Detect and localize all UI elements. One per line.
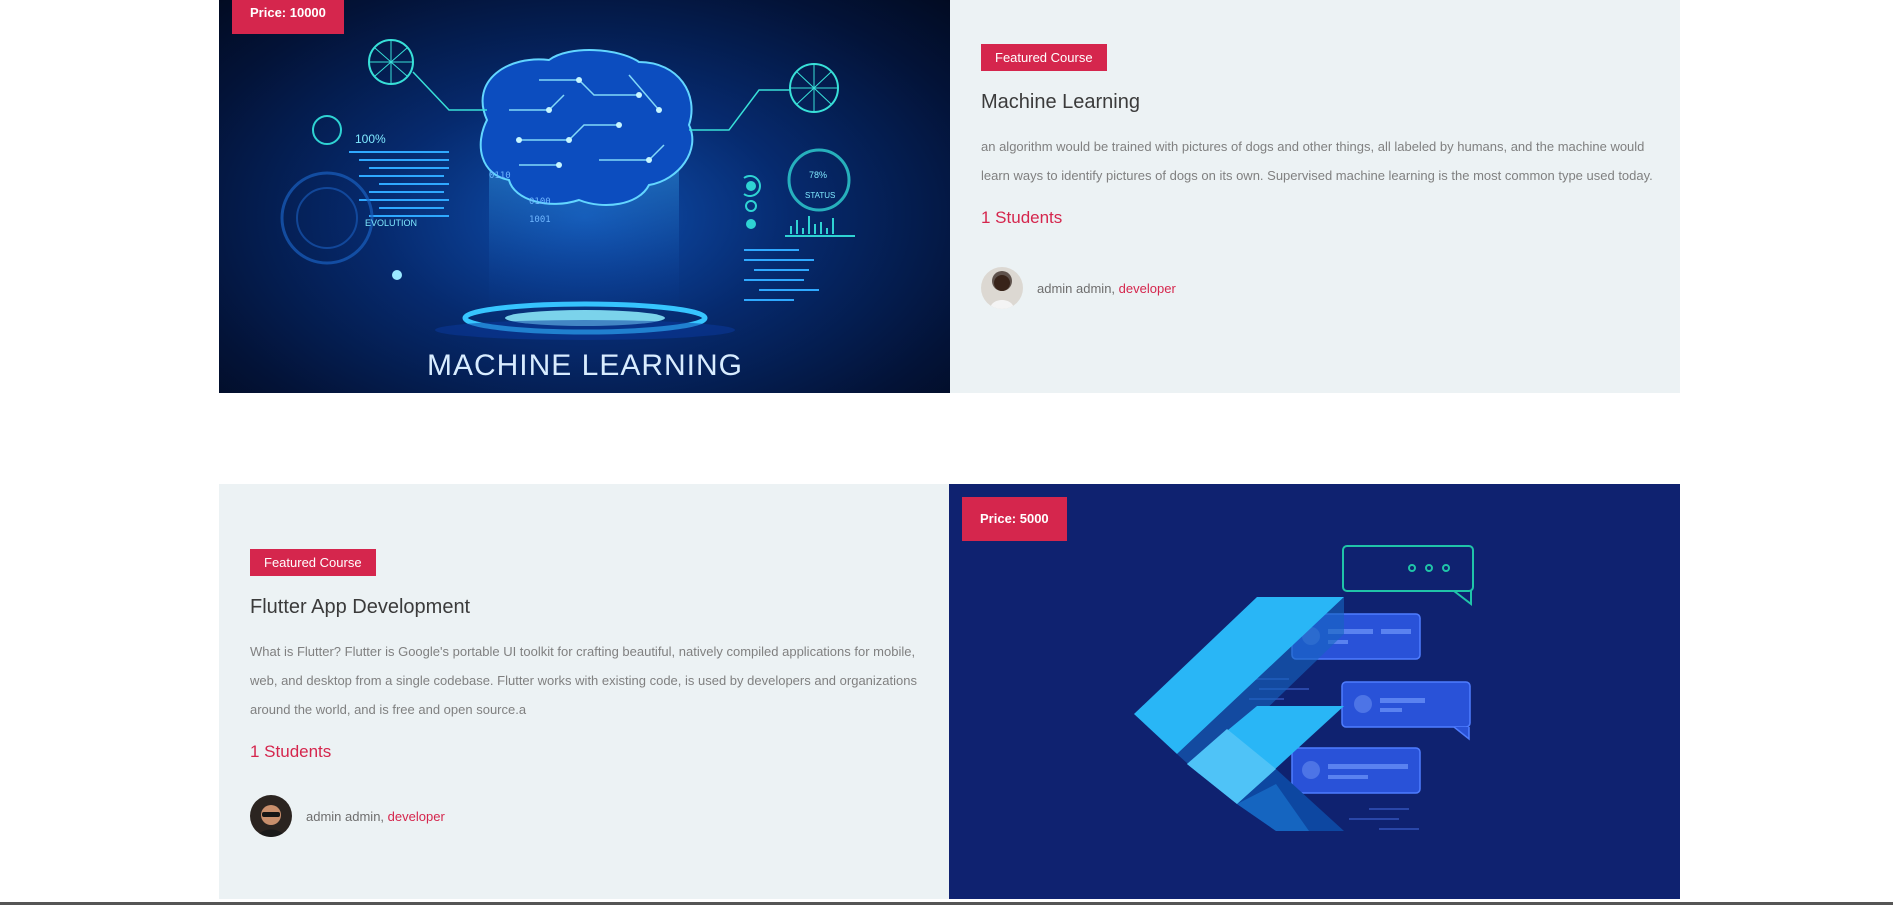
image-caption: MACHINE LEARNING bbox=[427, 349, 743, 382]
course-author: admin admin, developer bbox=[981, 267, 1680, 309]
course-author: admin admin, developer bbox=[250, 795, 949, 837]
featured-course-badge[interactable]: Featured Course bbox=[981, 44, 1107, 71]
author-name: admin admin, bbox=[1037, 280, 1116, 296]
machine-learning-illustration: 100% EVOLUTION 78% STATUS 0110 0100 1001… bbox=[280, 39, 855, 382]
student-count: 1 Students bbox=[981, 208, 1063, 227]
page: 100% EVOLUTION 78% STATUS 0110 0100 1001… bbox=[0, 0, 1893, 905]
course-image-flutter[interactable]: Price: 5000 bbox=[949, 484, 1680, 899]
course-image-machine-learning[interactable]: 100% EVOLUTION 78% STATUS 0110 0100 1001… bbox=[219, 0, 950, 393]
author-avatar[interactable] bbox=[250, 795, 292, 837]
binary-text-1: 0110 bbox=[489, 171, 511, 181]
hud-evolution-label: EVOLUTION bbox=[365, 218, 417, 228]
author-avatar[interactable] bbox=[981, 267, 1023, 309]
course-title[interactable]: Flutter App Development bbox=[250, 596, 949, 619]
hud-100-label: 100% bbox=[355, 132, 386, 146]
author-role-link[interactable]: developer bbox=[1119, 281, 1176, 296]
author-name: admin admin, bbox=[306, 808, 385, 824]
course-description: What is Flutter? Flutter is Google's por… bbox=[250, 644, 917, 717]
binary-text-2: 0100 bbox=[529, 197, 551, 207]
price-badge: Price: 10000 bbox=[232, 0, 344, 34]
binary-text-3: 1001 bbox=[529, 215, 551, 225]
price-badge: Price: 5000 bbox=[962, 497, 1067, 541]
hud-78-label: 78% bbox=[809, 170, 827, 180]
hud-status-label: STATUS bbox=[805, 191, 835, 200]
course-title[interactable]: Machine Learning bbox=[981, 91, 1680, 114]
course-card-flutter: Featured Course Flutter App Development … bbox=[219, 484, 1680, 899]
course-description: an algorithm would be trained with pictu… bbox=[981, 139, 1653, 183]
course-card-machine-learning: 100% EVOLUTION 78% STATUS 0110 0100 1001… bbox=[219, 0, 1680, 393]
author-role-link[interactable]: developer bbox=[388, 809, 445, 824]
avatar-image bbox=[250, 795, 292, 837]
flutter-illustration bbox=[1134, 545, 1474, 831]
course-info: Featured Course Machine Learning an algo… bbox=[950, 0, 1680, 393]
student-count: 1 Students bbox=[250, 742, 332, 761]
course-info: Featured Course Flutter App Development … bbox=[219, 484, 949, 899]
avatar-image bbox=[981, 267, 1023, 309]
featured-course-badge[interactable]: Featured Course bbox=[250, 549, 376, 576]
